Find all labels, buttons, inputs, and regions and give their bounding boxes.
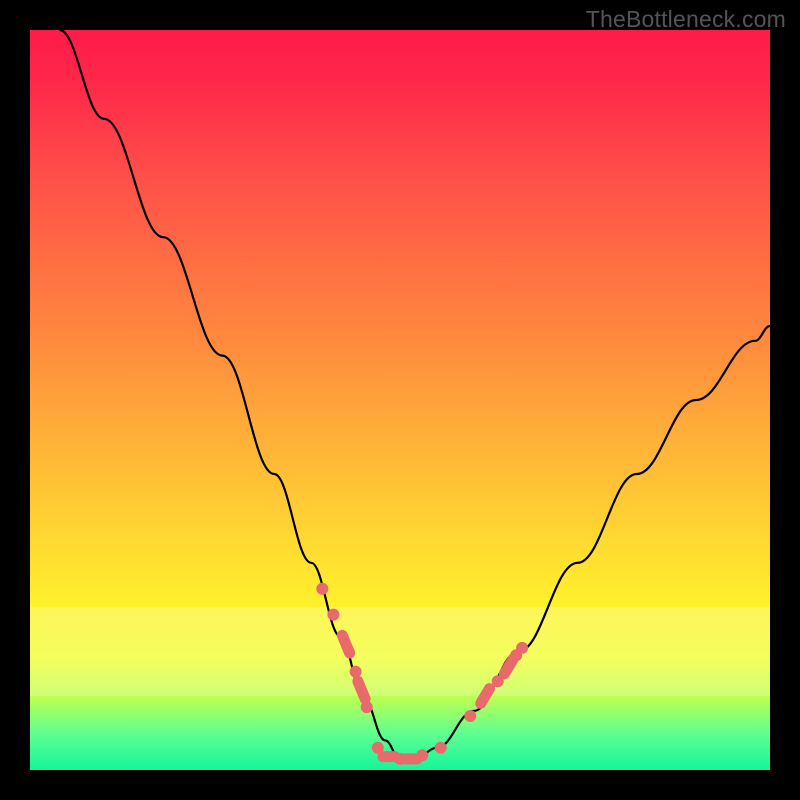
data-marker [435, 742, 447, 754]
chart-svg [30, 30, 770, 770]
data-marker-pill [504, 659, 513, 674]
data-marker-pill [358, 681, 365, 699]
data-marker-pill [481, 689, 490, 704]
data-marker-pill [342, 635, 349, 653]
chart-plot-area [30, 30, 770, 770]
watermark-text: TheBottleneck.com [586, 6, 786, 33]
data-marker [350, 666, 362, 678]
data-marker [516, 642, 528, 654]
bottleneck-curve [60, 30, 770, 759]
data-marker [327, 609, 339, 621]
data-marker [416, 749, 428, 761]
data-marker [464, 710, 476, 722]
data-marker [316, 583, 328, 595]
marker-group [316, 583, 528, 765]
data-marker [361, 701, 373, 713]
